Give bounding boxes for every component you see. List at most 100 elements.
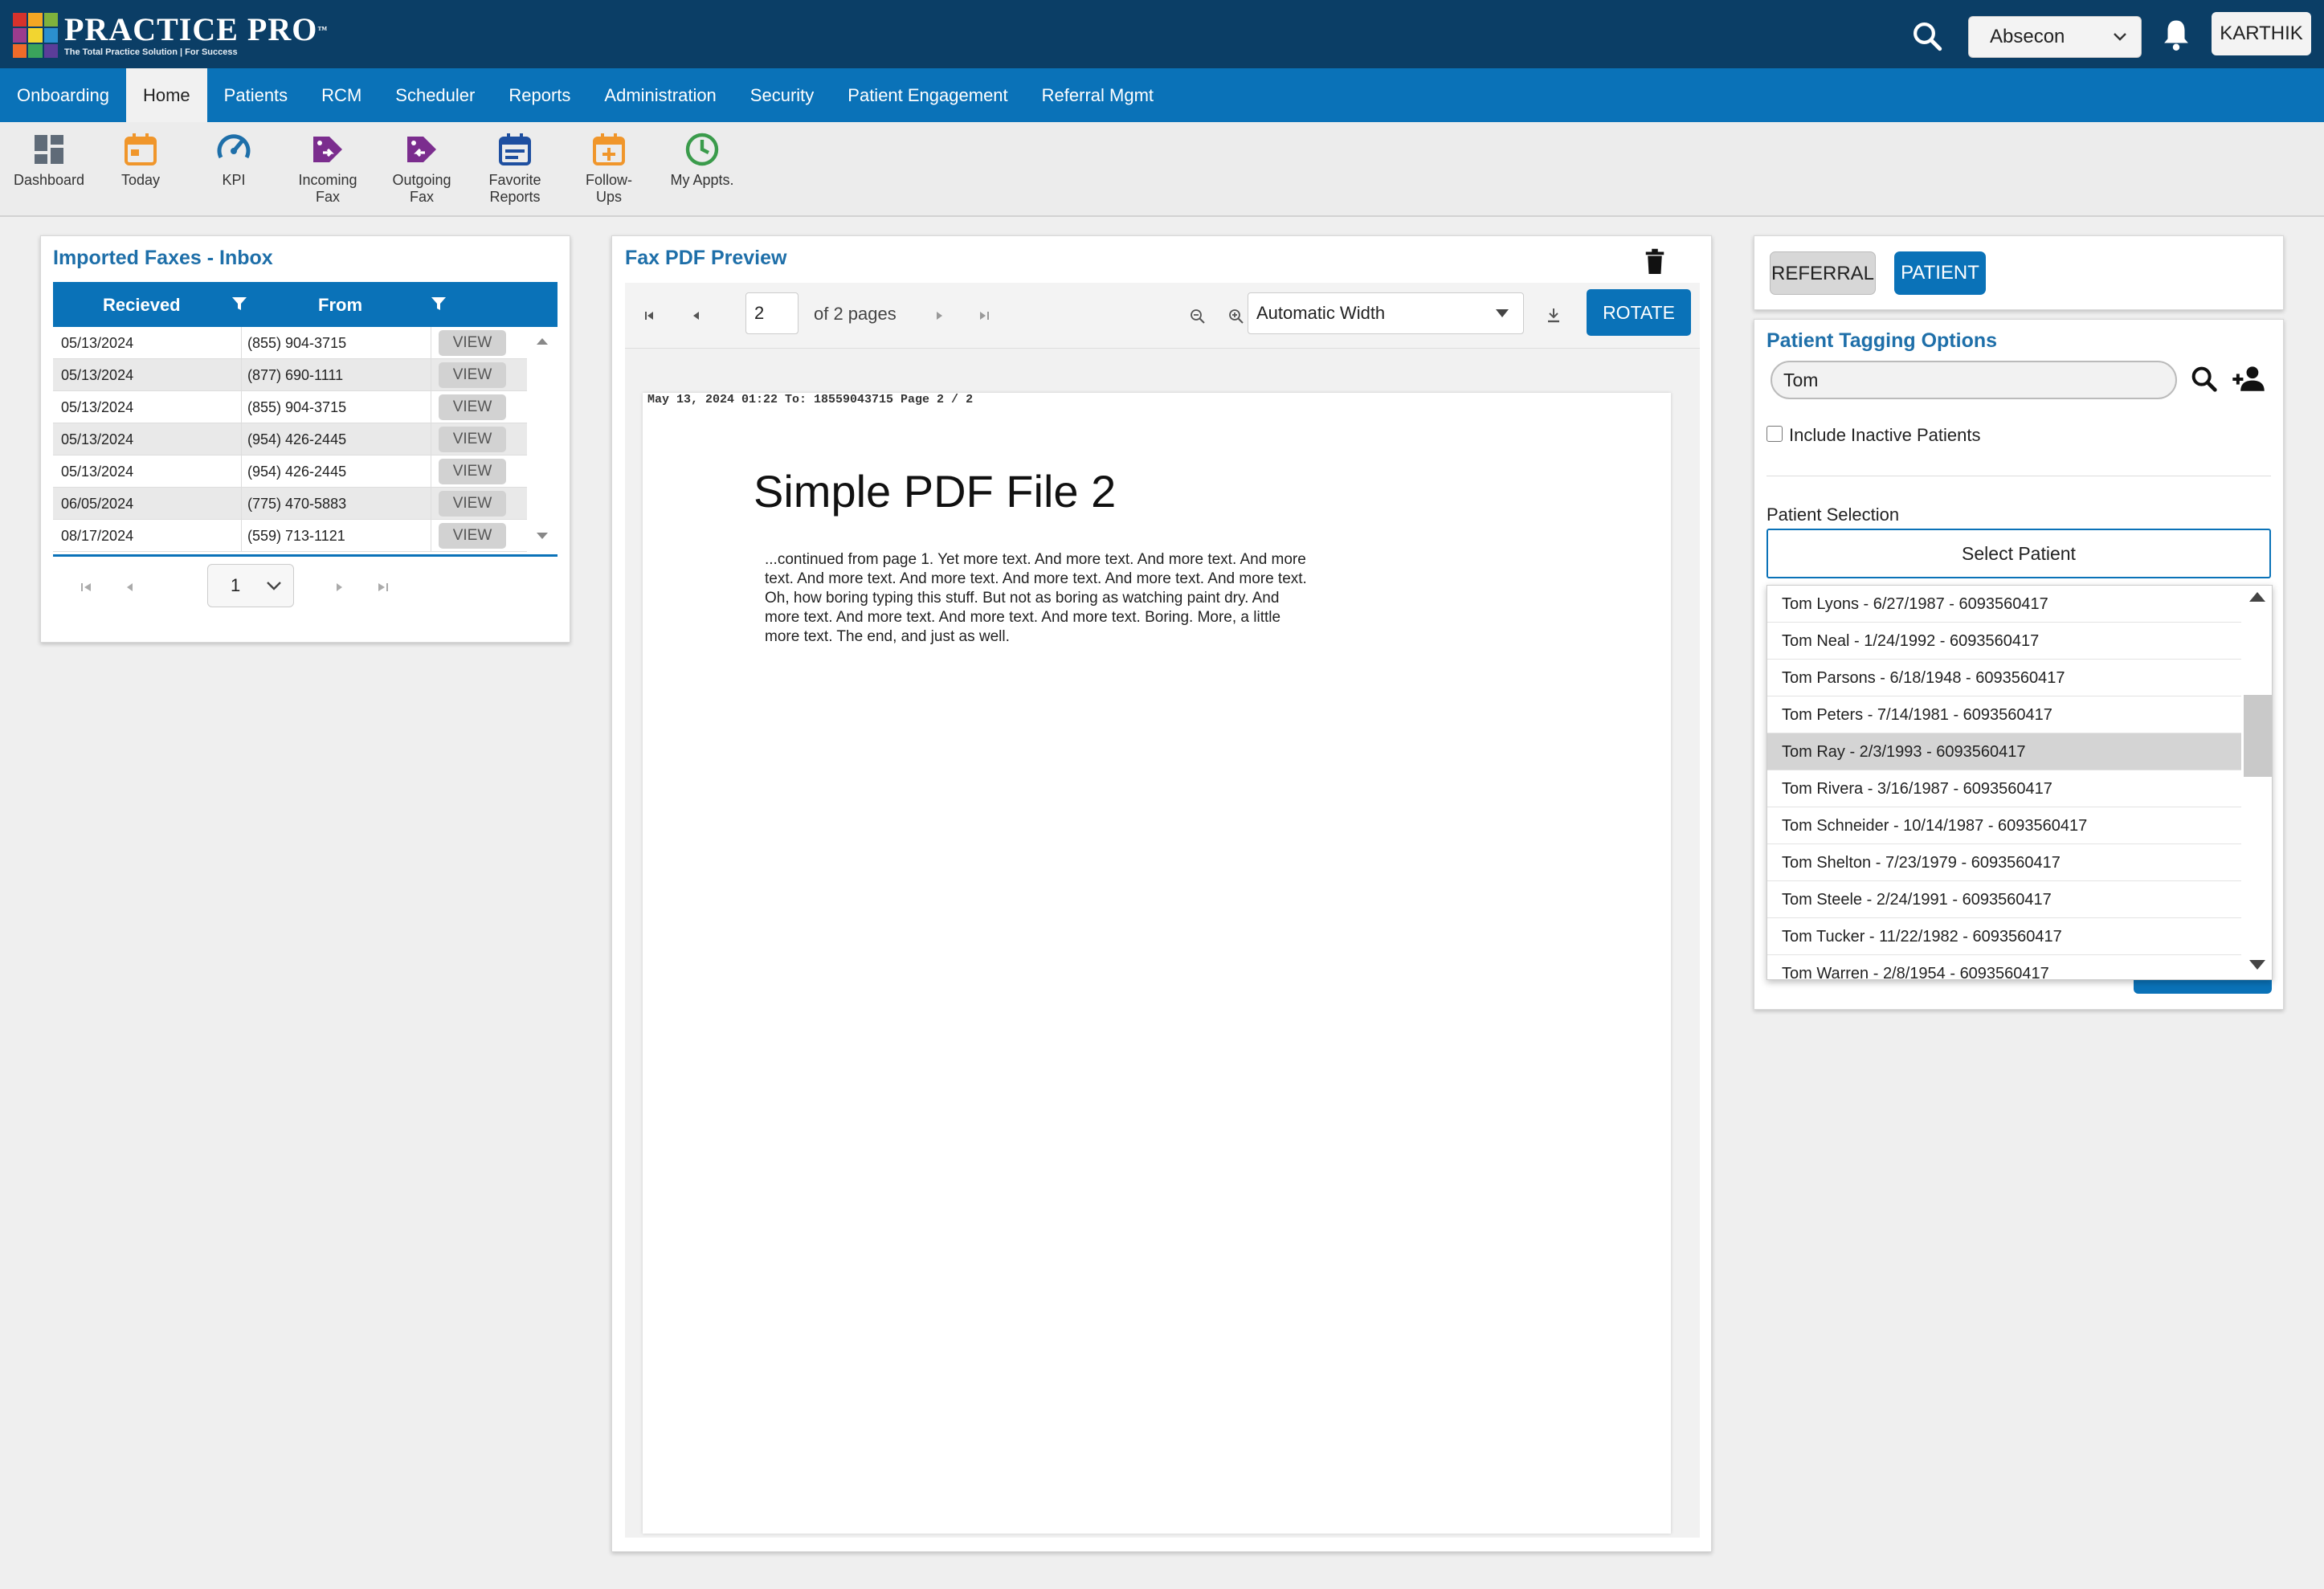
toolbar-my-appts[interactable]: My Appts.: [658, 130, 746, 189]
search-icon[interactable]: [1910, 19, 1944, 53]
inbox-scrollbar[interactable]: [527, 327, 558, 555]
inbox-title: Imported Faxes - Inbox: [53, 247, 273, 269]
view-button[interactable]: VIEW: [439, 362, 506, 388]
nav-referral-mgmt[interactable]: Referral Mgmt: [1025, 68, 1170, 122]
last-page-icon[interactable]: [373, 575, 392, 599]
follow-ups-icon: [593, 133, 625, 165]
main-nav: Onboarding Home Patients RCM Scheduler R…: [0, 68, 2324, 122]
list-item[interactable]: Tom Warren - 2/8/1954 - 6093560417: [1767, 955, 2241, 979]
list-item-highlighted[interactable]: Tom Ray - 2/3/1993 - 6093560417: [1767, 733, 2241, 770]
nav-administration[interactable]: Administration: [587, 68, 733, 122]
list-item[interactable]: Tom Steele - 2/24/1991 - 6093560417: [1767, 881, 2241, 918]
first-page-icon[interactable]: [77, 575, 96, 599]
view-button[interactable]: VIEW: [439, 491, 506, 517]
nav-security[interactable]: Security: [733, 68, 831, 122]
pdf-viewer[interactable]: May 13, 2024 01:22 To: 18559043715 Page …: [625, 349, 1700, 1538]
scroll-thumb[interactable]: [2244, 695, 2272, 777]
view-button[interactable]: VIEW: [439, 459, 506, 484]
patient-select[interactable]: Select Patient: [1766, 529, 2271, 578]
zoom-in-icon[interactable]: [1226, 304, 1247, 328]
chevron-down-icon: [264, 565, 284, 622]
nav-patient-engagement[interactable]: Patient Engagement: [831, 68, 1024, 122]
filter-icon[interactable]: [429, 293, 448, 314]
nav-scheduler[interactable]: Scheduler: [378, 68, 492, 122]
table-row[interactable]: 05/13/2024 (954) 426-2445 VIEW: [53, 423, 527, 455]
prev-page-icon[interactable]: [686, 304, 707, 328]
table-row[interactable]: 05/13/2024 (855) 904-3715 VIEW: [53, 391, 527, 423]
logo-tagline: The Total Practice Solution | For Succes…: [64, 47, 238, 57]
location-select[interactable]: Absecon: [1968, 16, 2142, 58]
pdf-page: May 13, 2024 01:22 To: 18559043715 Page …: [643, 393, 1671, 1534]
add-patient-icon[interactable]: [2230, 363, 2267, 395]
dropdown-scrollbar[interactable]: [2243, 586, 2272, 979]
nav-onboarding[interactable]: Onboarding: [0, 68, 126, 122]
list-item[interactable]: Tom Parsons - 6/18/1948 - 6093560417: [1767, 660, 2241, 696]
inbox-pager: 1: [53, 558, 558, 622]
tagging-title: Patient Tagging Options: [1766, 329, 1998, 352]
toolbar-dashboard[interactable]: Dashboard: [5, 130, 93, 189]
tag-type-toggle: REFERRAL PATIENT: [1754, 235, 2284, 310]
user-menu-button[interactable]: KARTHIK: [2212, 12, 2311, 55]
dashboard-icon: [35, 135, 63, 164]
pdf-body-text: ...continued from page 1. Yet more text.…: [765, 551, 1307, 645]
notification-bell-icon[interactable]: [2159, 16, 2193, 53]
prev-page-icon[interactable]: [120, 575, 140, 599]
nav-rcm[interactable]: RCM: [304, 68, 378, 122]
list-item[interactable]: Tom Schneider - 10/14/1987 - 6093560417: [1767, 807, 2241, 844]
calendar-today-icon: [125, 133, 157, 165]
nav-reports[interactable]: Reports: [492, 68, 587, 122]
scroll-up-icon[interactable]: [2249, 592, 2265, 602]
view-button[interactable]: VIEW: [439, 330, 506, 356]
list-item[interactable]: Tom Rivera - 3/16/1987 - 6093560417: [1767, 770, 2241, 807]
patient-search-input[interactable]: Tom: [1771, 361, 2177, 399]
include-inactive-checkbox[interactable]: [1766, 426, 1783, 442]
table-row[interactable]: 05/13/2024 (877) 690-1111 VIEW: [53, 359, 527, 391]
zoom-out-icon[interactable]: [1187, 304, 1208, 328]
nav-home[interactable]: Home: [125, 68, 207, 122]
filter-icon[interactable]: [230, 293, 249, 314]
toolbar-favorite-reports[interactable]: Favorite Reports: [471, 130, 559, 206]
list-item[interactable]: Tom Shelton - 7/23/1979 - 6093560417: [1767, 844, 2241, 881]
zoom-select[interactable]: Automatic Width: [1248, 292, 1524, 334]
last-page-icon[interactable]: [974, 304, 995, 328]
toolbar-kpi[interactable]: KPI: [190, 130, 278, 189]
first-page-icon[interactable]: [639, 304, 660, 328]
page-select[interactable]: 1: [207, 564, 294, 607]
referral-button[interactable]: REFERRAL: [1770, 251, 1876, 295]
app-logo[interactable]: PRACTICE PRO™ The Total Practice Solutio…: [13, 11, 328, 59]
view-button[interactable]: VIEW: [439, 523, 506, 549]
download-icon[interactable]: [1543, 304, 1564, 328]
next-page-icon[interactable]: [929, 304, 950, 328]
list-item[interactable]: Tom Neal - 1/24/1992 - 6093560417: [1767, 623, 2241, 660]
page-count: of 2 pages: [814, 304, 897, 324]
include-inactive-label: Include Inactive Patients: [1789, 425, 1981, 445]
favorite-reports-icon: [499, 133, 531, 165]
toolbar-follow-ups[interactable]: Follow- Ups: [565, 130, 653, 206]
list-item[interactable]: Tom Tucker - 11/22/1982 - 6093560417: [1767, 918, 2241, 955]
next-page-icon[interactable]: [329, 575, 349, 599]
table-row[interactable]: 05/13/2024 (855) 904-3715 VIEW: [53, 327, 527, 359]
table-row[interactable]: 06/05/2024 (775) 470-5883 VIEW: [53, 488, 527, 520]
inbox-grid-header: Recieved From: [53, 282, 558, 327]
table-row[interactable]: 05/13/2024 (954) 426-2445 VIEW: [53, 455, 527, 488]
list-item[interactable]: Tom Peters - 7/14/1981 - 6093560417: [1767, 696, 2241, 733]
view-button[interactable]: VIEW: [439, 427, 506, 452]
list-item[interactable]: Tom Lyons - 6/27/1987 - 6093560417: [1767, 586, 2241, 623]
scroll-down-icon[interactable]: [2249, 960, 2265, 970]
quick-toolbar: Dashboard Today KPI Incoming Fax Outgoin…: [0, 122, 2324, 217]
nav-patients[interactable]: Patients: [207, 68, 305, 122]
toolbar-incoming-fax[interactable]: Incoming Fax: [284, 130, 372, 206]
col-from-header[interactable]: From: [318, 295, 362, 316]
patient-button[interactable]: PATIENT: [1894, 251, 1986, 295]
fax-preview-panel: Fax PDF Preview 2 of 2 pages Automatic W…: [611, 235, 1712, 1552]
search-icon[interactable]: [2188, 363, 2220, 395]
rotate-button[interactable]: ROTATE: [1587, 289, 1691, 336]
col-received-header[interactable]: Recieved: [103, 295, 181, 316]
page-number-input[interactable]: 2: [745, 292, 798, 334]
toolbar-today[interactable]: Today: [96, 130, 185, 189]
toolbar-outgoing-fax[interactable]: Outgoing Fax: [378, 130, 466, 206]
trash-icon[interactable]: [1643, 247, 1667, 276]
pdf-toolbar: 2 of 2 pages Automatic Width ROTATE: [625, 283, 1700, 349]
table-row[interactable]: 08/17/2024 (559) 713-1121 VIEW: [53, 520, 527, 552]
view-button[interactable]: VIEW: [439, 394, 506, 420]
